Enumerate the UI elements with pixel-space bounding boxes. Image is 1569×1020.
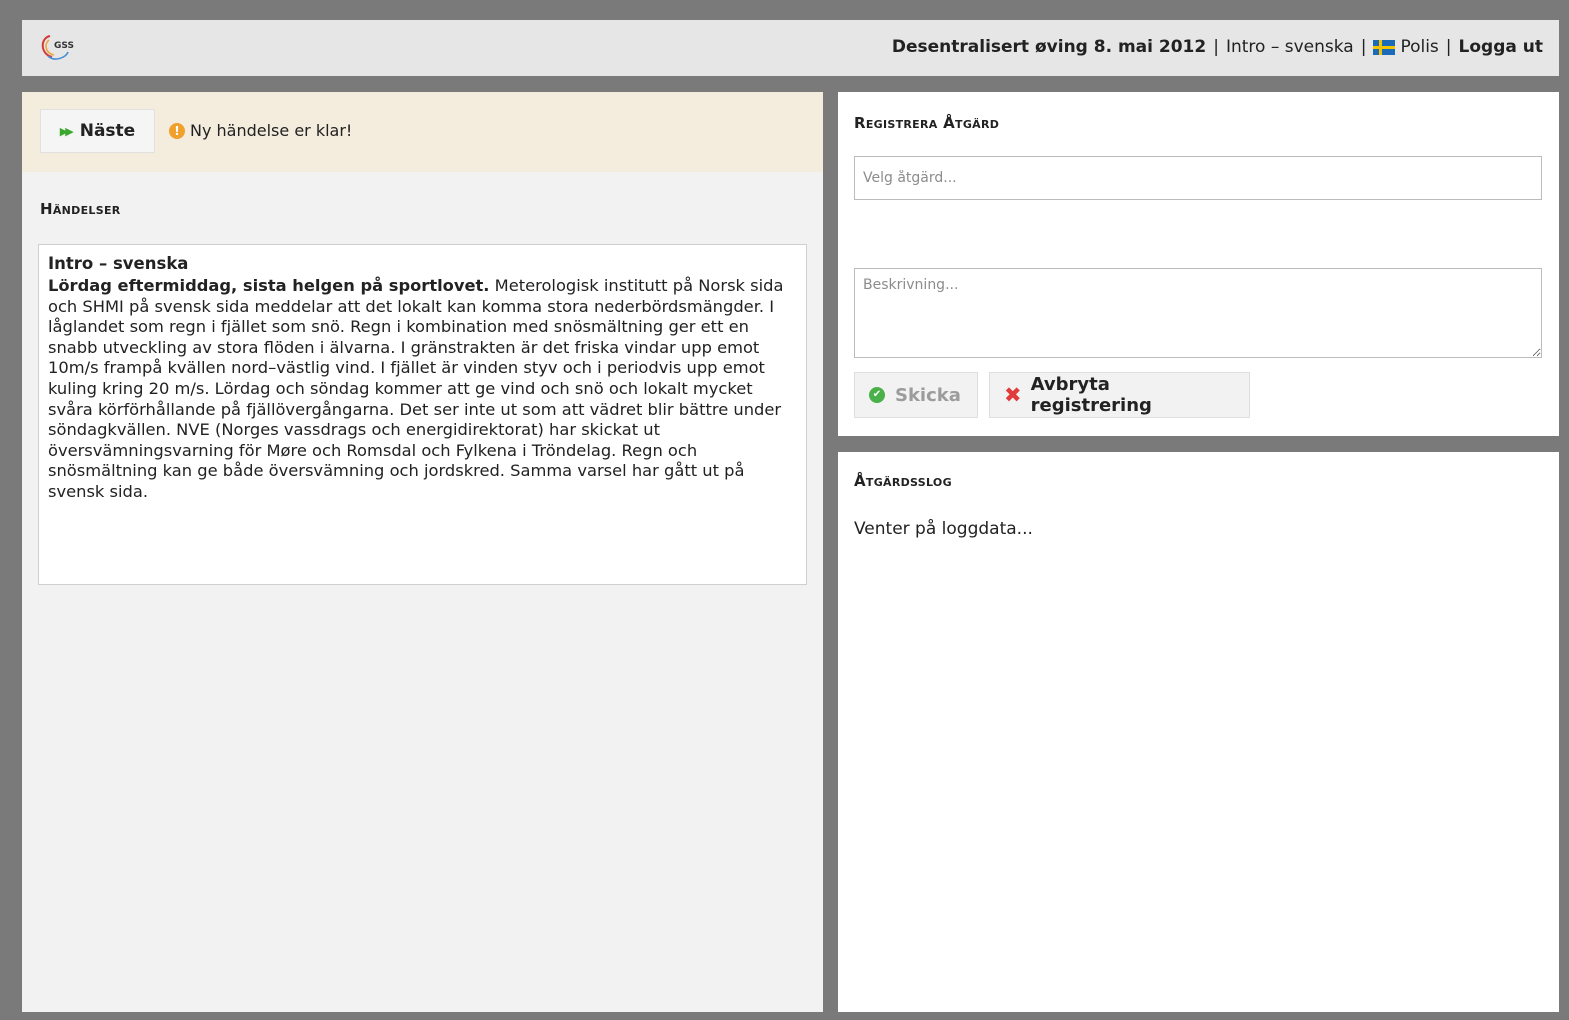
role-name: Polis [1400,37,1439,57]
double-play-arrow-icon: ▶▶ [59,124,74,138]
header-separator: | [1213,37,1219,57]
description-textarea[interactable] [854,268,1542,358]
new-event-notice: ! Ny händelse er klar! [169,121,352,140]
top-bar: GSS Desentralisert øving 8. mai 2012 | I… [22,20,1559,76]
next-button[interactable]: ▶▶ Näste [40,109,155,153]
logout-link[interactable]: Logga ut [1459,37,1543,57]
cancel-button-label: Avbryta registrering [1030,374,1152,416]
register-action-panel: Registrera Åtgärd ✔ Skicka ✖ Avbryta reg… [838,92,1559,436]
header-separator: | [1445,37,1452,57]
action-select-input[interactable] [854,156,1542,200]
log-status-text: Venter på loggdata... [854,519,1033,539]
event-lead: Lördag eftermiddag, sista helgen på spor… [48,276,490,295]
log-heading: Åtgärdsslog [854,472,952,490]
logo-text: GSS [54,41,74,51]
scenario-name: Intro – svenska [1225,37,1354,57]
register-heading: Registrera Åtgärd [854,114,1000,132]
x-mark-icon: ✖ [1004,383,1022,407]
send-button-label: Skicka [895,384,961,406]
next-button-label: Näste [79,121,136,141]
cancel-registration-button[interactable]: ✖ Avbryta registrering [989,372,1250,418]
event-body-text: Meterologisk institutt på Norsk sida och… [48,276,784,501]
notice-text: Ny händelse er klar! [190,121,353,140]
events-heading: Händelser [40,200,121,218]
swedish-flag-icon [1373,39,1396,55]
exercise-title: Desentralisert øving 8. mai 2012 [891,37,1207,57]
events-panel: ▶▶ Näste ! Ny händelse er klar! Händelse… [22,92,823,1012]
action-log-panel: Åtgärdsslog Venter på loggdata... [838,452,1559,1012]
check-circle-icon: ✔ [869,387,885,403]
header-separator: | [1360,37,1367,57]
send-button[interactable]: ✔ Skicka [854,372,978,418]
notice-bar: ▶▶ Näste ! Ny händelse er klar! [22,92,823,172]
exclamation-circle-icon: ! [169,122,185,139]
event-description: Lördag eftermiddag, sista helgen på spor… [48,276,797,503]
event-title: Intro – svenska [48,254,189,273]
event-item: Intro – svenska Lördag eftermiddag, sist… [38,244,807,585]
header-info: Desentralisert øving 8. mai 2012 | Intro… [892,37,1543,57]
gss-logo[interactable]: GSS [36,32,76,64]
